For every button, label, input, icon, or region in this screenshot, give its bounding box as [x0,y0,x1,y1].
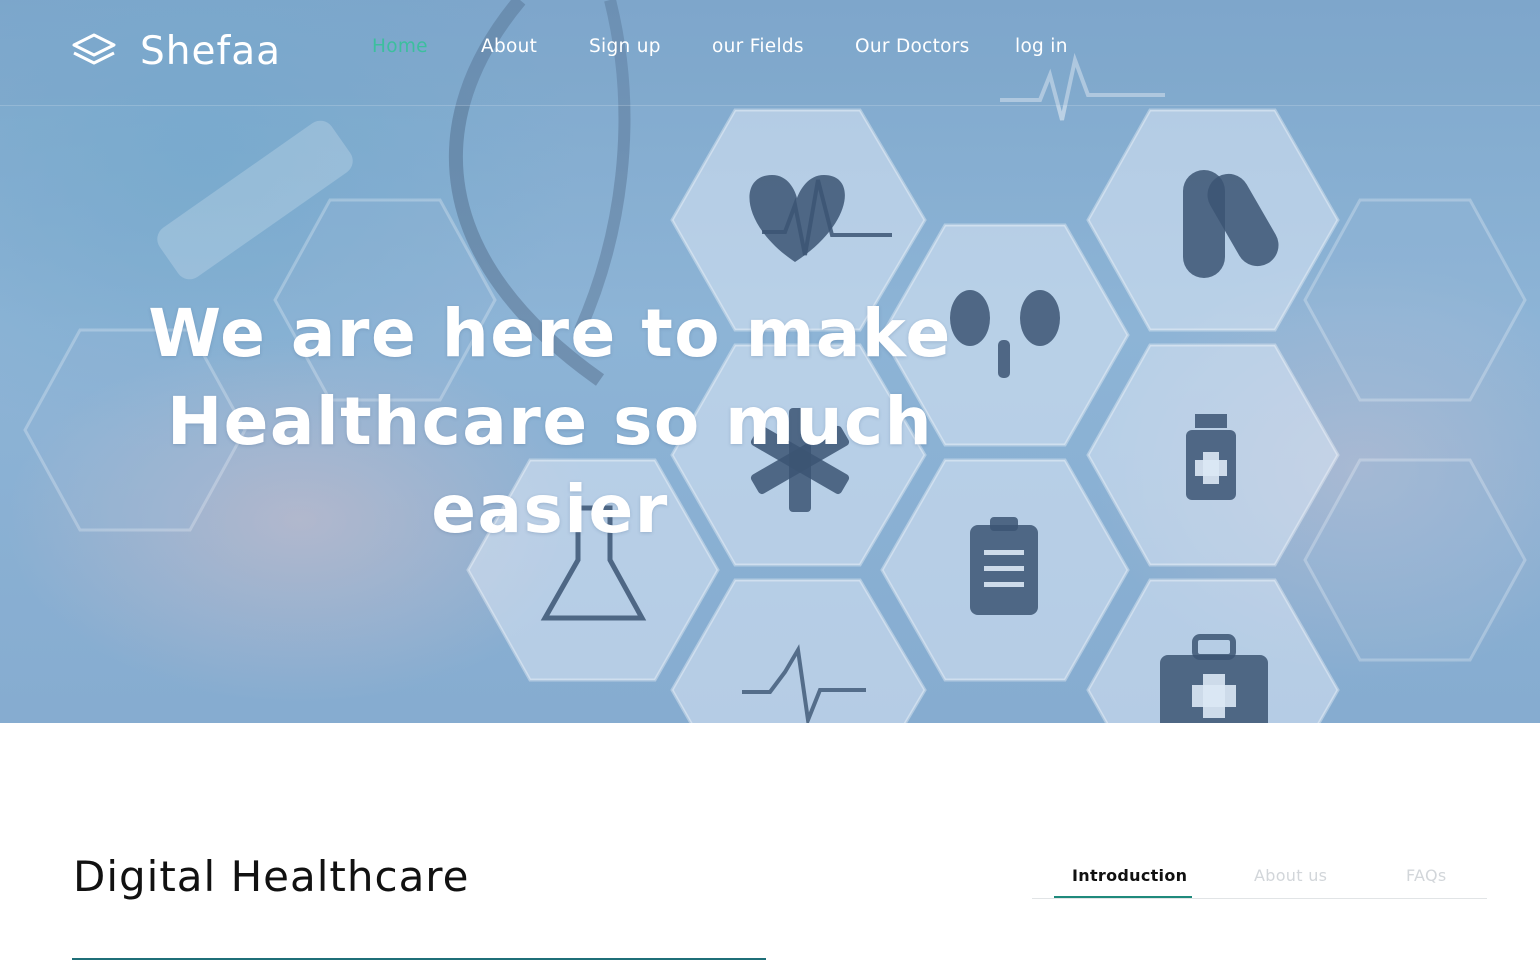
hero-headline-line2: Healthcare so much easier [166,383,934,548]
nav-login-link[interactable]: log in [1015,36,1068,66]
brand-name: Shefaa [140,28,281,74]
section-title: Digital Healthcare [73,852,470,901]
nav-about-link[interactable]: About [481,36,537,66]
nav-fields-link[interactable]: our Fields [712,36,804,66]
nav-home-link[interactable]: Home [372,36,428,66]
hero-headline-line1: We are here to make [148,295,952,372]
active-tab-indicator [1054,896,1192,898]
brand-logo[interactable]: Shefaa [70,26,281,76]
tab-about-us[interactable]: About us [1254,866,1327,885]
nav-doctors-link[interactable]: Our Doctors [855,36,970,66]
layers-icon [72,33,116,65]
nav-signup-link[interactable]: Sign up [589,36,661,66]
hero-headline: We are here to make Healthcare so much e… [70,290,1030,554]
section-divider [72,958,766,960]
tab-introduction[interactable]: Introduction [1072,866,1187,885]
tab-faqs[interactable]: FAQs [1406,866,1447,885]
info-tabs: Introduction About us FAQs [1032,856,1487,899]
hero-section: Shefaa Home About Sign up our Fields Our… [0,0,1540,723]
top-navbar: Shefaa Home About Sign up our Fields Our… [0,0,1540,106]
